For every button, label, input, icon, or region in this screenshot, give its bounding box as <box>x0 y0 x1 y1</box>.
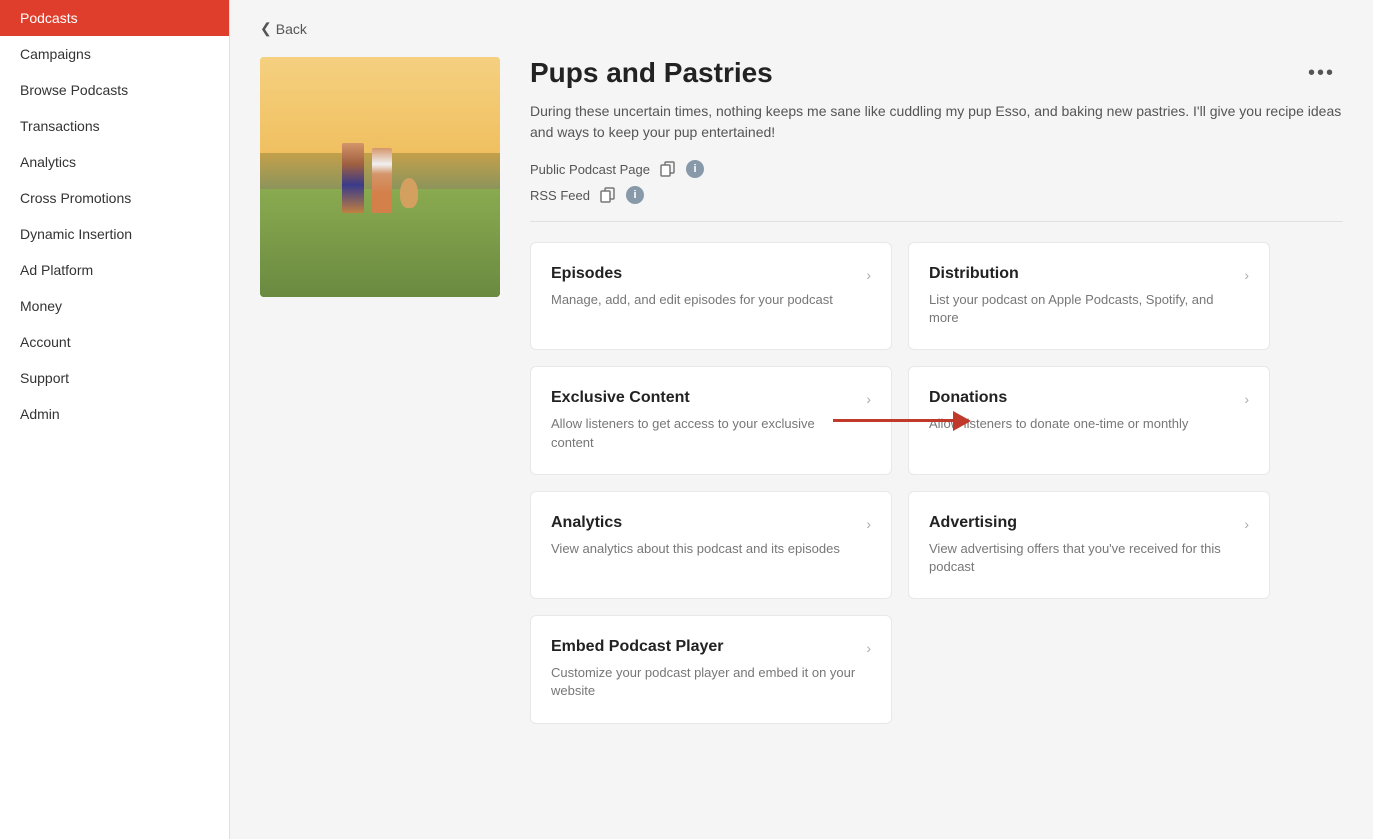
sidebar-item-admin[interactable]: Admin <box>0 396 229 432</box>
big-arrow-overlay <box>833 411 971 431</box>
card-analytics-title: Analytics <box>551 514 856 532</box>
more-options-button[interactable]: ••• <box>1300 58 1343 89</box>
card-distribution-description: List your podcast on Apple Podcasts, Spo… <box>929 291 1234 327</box>
card-episodes-arrow-icon: › <box>866 267 871 283</box>
card-exclusive-content-description: Allow listeners to get access to your ex… <box>551 415 856 451</box>
podcast-title-row: Pups and Pastries ••• <box>530 57 1343 89</box>
copy-public-page-icon[interactable] <box>658 159 678 179</box>
card-donations-arrow-icon: › <box>1244 391 1249 407</box>
back-link[interactable]: ❮ Back <box>260 20 1343 37</box>
card-advertising-description: View advertising offers that you've rece… <box>929 540 1234 576</box>
rss-feed-row: RSS Feed i <box>530 185 1343 205</box>
card-donations-description: Allow listeners to donate one-time or mo… <box>929 415 1234 433</box>
card-exclusive-content-title: Exclusive Content <box>551 389 856 407</box>
card-exclusive-content-arrow-icon: › <box>866 391 871 407</box>
podcast-header: Pups and Pastries ••• During these uncer… <box>260 57 1343 724</box>
card-distribution-arrow-icon: › <box>1244 267 1249 283</box>
card-analytics-description: View analytics about this podcast and it… <box>551 540 856 558</box>
podcast-image <box>260 57 500 297</box>
cards-grid: Episodes Manage, add, and edit episodes … <box>530 242 1270 724</box>
card-embed-description: Customize your podcast player and embed … <box>551 664 856 700</box>
sidebar-item-podcasts[interactable]: Podcasts <box>0 0 229 36</box>
back-label: Back <box>276 21 307 37</box>
card-episodes[interactable]: Episodes Manage, add, and edit episodes … <box>530 242 892 350</box>
sidebar-item-support[interactable]: Support <box>0 360 229 396</box>
main-content: ❮ Back Pups and Pastries ••• During thes… <box>230 0 1373 839</box>
card-episodes-title: Episodes <box>551 265 856 283</box>
sidebar: Podcasts Campaigns Browse Podcasts Trans… <box>0 0 230 839</box>
podcast-title: Pups and Pastries <box>530 57 773 89</box>
sidebar-item-transactions[interactable]: Transactions <box>0 108 229 144</box>
card-advertising-title: Advertising <box>929 514 1234 532</box>
card-embed[interactable]: Embed Podcast Player Customize your podc… <box>530 615 892 723</box>
podcast-info: Pups and Pastries ••• During these uncer… <box>530 57 1343 724</box>
card-analytics[interactable]: Analytics View analytics about this podc… <box>530 491 892 599</box>
card-episodes-description: Manage, add, and edit episodes for your … <box>551 291 856 309</box>
sidebar-item-ad-platform[interactable]: Ad Platform <box>0 252 229 288</box>
public-page-label: Public Podcast Page <box>530 162 650 177</box>
rss-feed-label: RSS Feed <box>530 188 590 203</box>
card-donations-title: Donations <box>929 389 1234 407</box>
public-page-row: Public Podcast Page i <box>530 159 1343 179</box>
info-public-page-icon[interactable]: i <box>686 160 704 178</box>
back-chevron-icon: ❮ <box>260 20 272 37</box>
card-embed-title: Embed Podcast Player <box>551 638 856 656</box>
card-advertising[interactable]: Advertising View advertising offers that… <box>908 491 1270 599</box>
podcast-description: During these uncertain times, nothing ke… <box>530 101 1343 143</box>
copy-rss-feed-icon[interactable] <box>598 185 618 205</box>
sidebar-item-cross-promotions[interactable]: Cross Promotions <box>0 180 229 216</box>
card-analytics-arrow-icon: › <box>866 516 871 532</box>
card-embed-arrow-icon: › <box>866 640 871 656</box>
podcast-links: Public Podcast Page i RSS Feed i <box>530 159 1343 222</box>
sidebar-item-campaigns[interactable]: Campaigns <box>0 36 229 72</box>
sidebar-item-money[interactable]: Money <box>0 288 229 324</box>
sidebar-item-dynamic-insertion[interactable]: Dynamic Insertion <box>0 216 229 252</box>
sidebar-item-browse-podcasts[interactable]: Browse Podcasts <box>0 72 229 108</box>
card-distribution[interactable]: Distribution List your podcast on Apple … <box>908 242 1270 350</box>
sidebar-item-analytics[interactable]: Analytics <box>0 144 229 180</box>
sidebar-item-account[interactable]: Account <box>0 324 229 360</box>
card-exclusive-content[interactable]: Exclusive Content Allow listeners to get… <box>530 366 892 474</box>
info-rss-feed-icon[interactable]: i <box>626 186 644 204</box>
card-distribution-title: Distribution <box>929 265 1234 283</box>
card-advertising-arrow-icon: › <box>1244 516 1249 532</box>
